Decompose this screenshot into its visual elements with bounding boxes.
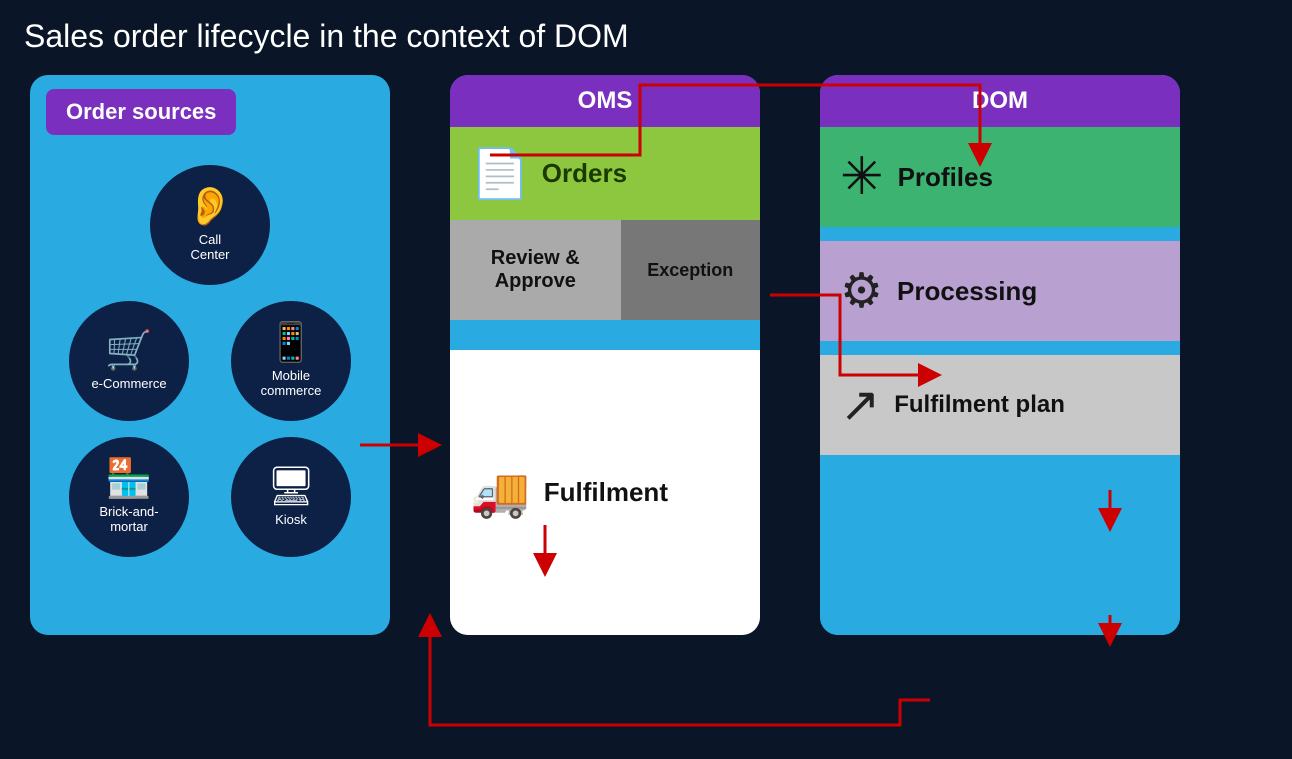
oms-exception-label: Exception (647, 260, 733, 281)
oms-review-label: Review &Approve (491, 247, 580, 293)
call-center-circle: 👂 CallCenter (150, 165, 270, 285)
kiosk-circle: 🖥 Kiosk (231, 437, 351, 557)
oms-orders-label: Orders (542, 158, 627, 189)
brick-circle: 🏪 Brick-and-mortar (69, 437, 189, 557)
diagram-area: Order sources 👂 CallCenter 🛒 e-Commerce … (0, 75, 1292, 635)
fulfilment-icon: 🚚 (470, 464, 530, 521)
oms-review-section: Review &Approve (450, 220, 621, 320)
ecommerce-label: e-Commerce (91, 376, 166, 391)
fulfilment-plan-icon: ↗ (840, 377, 880, 433)
brick-label: Brick-and-mortar (99, 504, 158, 534)
kiosk-icon: 🖥 (267, 468, 315, 506)
mobile-label: Mobilecommerce (261, 368, 322, 398)
oms-orders-section: 📄 Orders (450, 127, 760, 220)
dom-header: DOM (820, 75, 1180, 127)
dom-fulfilment-plan-section: ↗ Fulfilment plan (820, 355, 1180, 455)
processing-icon: ⚙ (840, 263, 883, 319)
brick-icon: 🏪 (105, 460, 152, 498)
ecommerce-circle: 🛒 e-Commerce (69, 301, 189, 421)
dom-fulfilment-plan-label: Fulfilment plan (894, 391, 1065, 419)
dom-processing-label: Processing (897, 276, 1037, 307)
dom-gap1 (820, 227, 1180, 241)
mobile-icon: 📱 (267, 324, 314, 362)
page-title: Sales order lifecycle in the context of … (0, 0, 1292, 65)
oms-fulfilment-section: 🚚 Fulfilment (450, 350, 760, 635)
oms-header: OMS (450, 75, 760, 127)
orders-icon: 📄 (470, 145, 530, 202)
dom-gap2 (820, 341, 1180, 355)
ecommerce-icon: 🛒 (105, 332, 152, 370)
dom-profiles-label: Profiles (898, 162, 993, 193)
dom-bottom-gap (820, 455, 1180, 635)
order-sources-header: Order sources (46, 89, 236, 135)
call-center-label: CallCenter (190, 232, 229, 262)
dom-box: DOM ✳ Profiles ⚙ Processing ↗ Fulfilment… (820, 75, 1180, 635)
oms-exception-section: Exception (621, 220, 761, 320)
order-sources-box: Order sources 👂 CallCenter 🛒 e-Commerce … (30, 75, 390, 635)
mobile-circle: 📱 Mobilecommerce (231, 301, 351, 421)
oms-fulfilment-label: Fulfilment (544, 477, 668, 508)
oms-gap (450, 320, 760, 350)
dom-profiles-section: ✳ Profiles (820, 127, 1180, 227)
oms-middle-section: Review &Approve Exception (450, 220, 760, 320)
oms-box: OMS 📄 Orders Review &Approve Exception 🚚… (450, 75, 760, 635)
profiles-icon: ✳ (840, 147, 884, 207)
dom-processing-section: ⚙ Processing (820, 241, 1180, 341)
icons-grid: 👂 CallCenter 🛒 e-Commerce 📱 Mobilecommer… (46, 165, 374, 557)
kiosk-label: Kiosk (275, 512, 307, 527)
call-center-icon: 👂 (186, 188, 233, 226)
